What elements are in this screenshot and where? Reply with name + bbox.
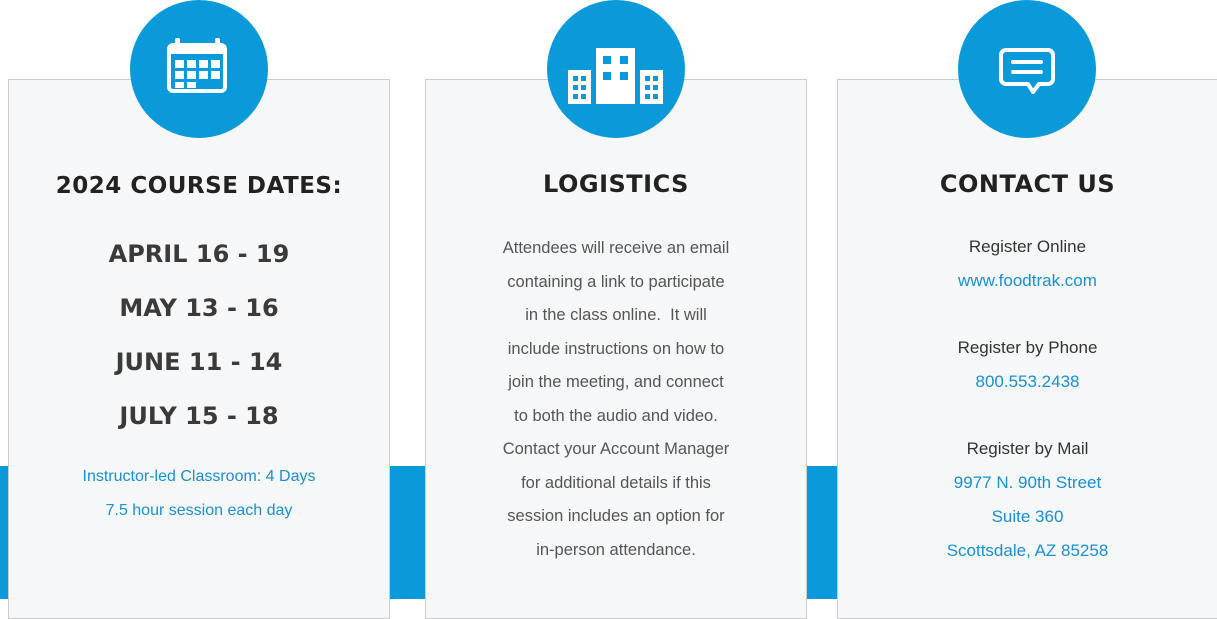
- logistics-line: in the class online. It will: [525, 306, 707, 324]
- logistics-line: containing a link to participate: [507, 272, 725, 291]
- date-item: JUNE 11 - 14: [115, 348, 283, 376]
- course-dates-card: 2024 COURSE DATES: APRIL 16 - 19 MAY 13 …: [8, 79, 390, 619]
- register-online-label: Register Online: [968, 237, 1087, 256]
- buildings-badge: [547, 0, 685, 138]
- chat-icon: [999, 48, 1055, 94]
- logistics-line: Contact your Account Manager: [502, 440, 730, 458]
- contact-title: CONTACT US: [939, 170, 1116, 198]
- date-item: MAY 13 - 16: [119, 294, 279, 322]
- address-line[interactable]: Suite 360: [838, 500, 1217, 534]
- contact-card: CONTACT US Register Online www.foodtrak.…: [837, 79, 1217, 619]
- calendar-badge: [130, 0, 268, 138]
- logistics-line: to both the audio and video.: [514, 406, 718, 425]
- logistics-card: LOGISTICS Attendees will receive an emai…: [425, 79, 807, 619]
- logistics-line: in-person attendance.: [536, 540, 696, 559]
- chat-badge: [958, 0, 1096, 138]
- website-link[interactable]: www.foodtrak.com: [838, 264, 1217, 298]
- register-mail-label: Register by Mail: [966, 439, 1089, 458]
- address-line[interactable]: 9977 N. 90th Street: [838, 466, 1217, 500]
- calendar-icon: [167, 38, 227, 93]
- logistics-line: include instructions on how to: [507, 339, 725, 358]
- register-phone-group: Register by Phone 800.553.2438: [838, 331, 1217, 399]
- course-format-line: Instructor-led Classroom: 4 Days: [82, 468, 316, 485]
- logistics-line: session includes an option for: [507, 507, 725, 525]
- dates-list: APRIL 16 - 19 MAY 13 - 16 JUNE 11 - 14 J…: [9, 227, 389, 443]
- logistics-line: join the meeting, and connect: [508, 373, 724, 391]
- logistics-title: LOGISTICS: [543, 170, 689, 198]
- logistics-line: Attendees will receive an email: [502, 239, 730, 257]
- course-format-line: 7.5 hour session each day: [105, 502, 293, 519]
- logistics-text: Attendees will receive an email containi…: [464, 232, 768, 567]
- date-item: APRIL 16 - 19: [108, 240, 290, 268]
- register-phone-label: Register by Phone: [957, 338, 1098, 357]
- contact-info: Register Online www.foodtrak.com Registe…: [838, 230, 1217, 601]
- logistics-line: for additional details if this: [521, 473, 711, 492]
- phone-link[interactable]: 800.553.2438: [838, 365, 1217, 399]
- course-dates-title: 2024 COURSE DATES:: [55, 173, 343, 199]
- date-item: JULY 15 - 18: [119, 402, 279, 430]
- address-line[interactable]: Scottsdale, AZ 85258: [838, 534, 1217, 568]
- register-online-group: Register Online www.foodtrak.com: [838, 230, 1217, 298]
- buildings-icon: [568, 48, 663, 104]
- register-mail-group: Register by Mail 9977 N. 90th Street Sui…: [838, 432, 1217, 568]
- course-format-note: Instructor-led Classroom: 4 Days 7.5 hou…: [9, 460, 389, 528]
